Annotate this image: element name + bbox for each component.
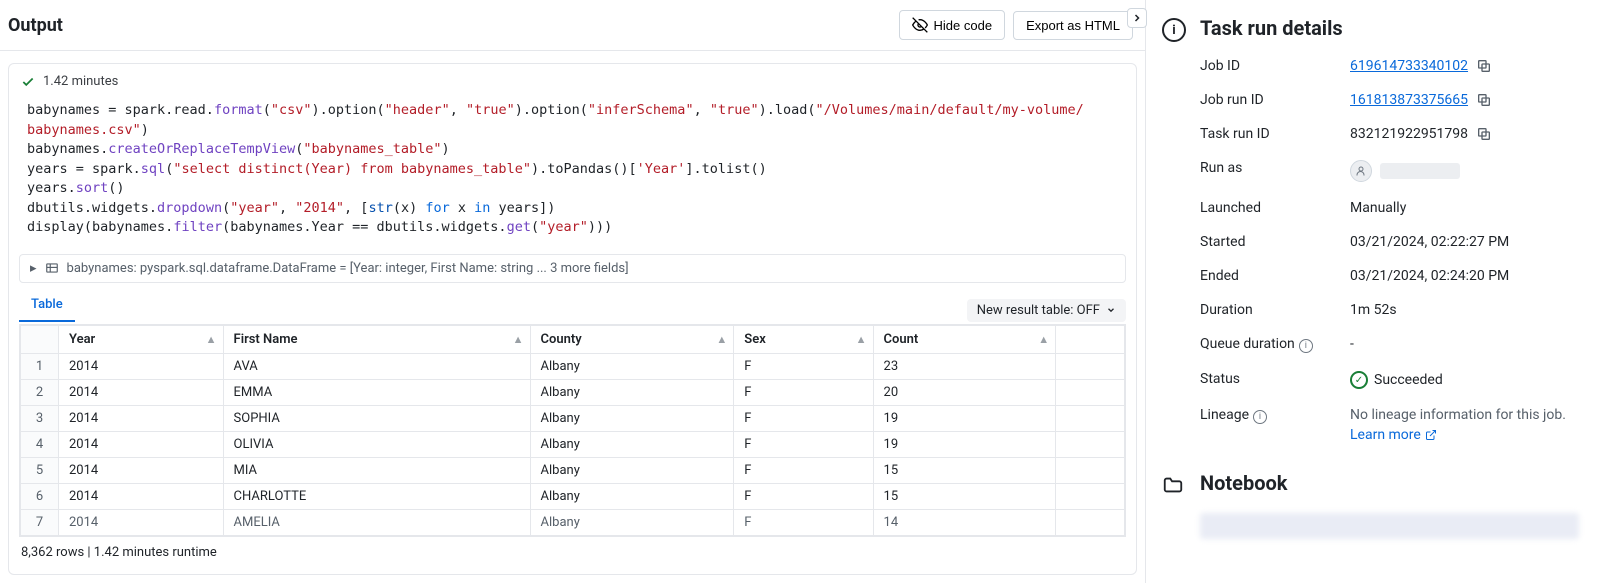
copy-icon[interactable] [1476, 92, 1492, 108]
schema-summary[interactable]: ▸ babynames: pyspark.sql.dataframe.DataF… [19, 254, 1126, 283]
user-icon [1355, 165, 1367, 177]
export-html-label: Export as HTML [1026, 18, 1120, 33]
schema-text: babynames: pyspark.sql.dataframe.DataFra… [67, 261, 629, 276]
lineage-label: Lineagei [1200, 407, 1350, 424]
export-html-button[interactable]: Export as HTML [1013, 11, 1133, 40]
table-row[interactable]: 42014OLIVIAAlbanyF19 [21, 431, 1125, 457]
check-icon [21, 75, 35, 89]
launched-label: Launched [1200, 200, 1350, 216]
notebook-heading: Notebook [1200, 471, 1287, 495]
run-as-label: Run as [1200, 160, 1350, 176]
job-id-label: Job ID [1200, 58, 1350, 74]
table-row[interactable]: 12014AVAAlbanyF23 [21, 353, 1125, 379]
table-row[interactable]: 62014CHARLOTTEAlbanyF15 [21, 483, 1125, 509]
result-summary: 8,362 rows | 1.42 minutes runtime [9, 537, 1136, 568]
col-year[interactable]: Year▲ [59, 325, 224, 353]
job-run-id-link[interactable]: 161813873375665 [1350, 92, 1468, 108]
code-block: babynames = spark.read.format("csv").opt… [9, 99, 1136, 248]
status-label: Status [1200, 371, 1350, 387]
table-icon [45, 261, 59, 275]
details-heading: Task run details [1200, 16, 1579, 40]
info-icon[interactable]: i [1299, 339, 1313, 353]
chevron-right-icon [1131, 12, 1143, 24]
notebook-path [1200, 513, 1579, 539]
expand-icon[interactable]: ▸ [30, 261, 37, 276]
started-value: 03/21/2024, 02:22:27 PM [1350, 234, 1579, 250]
task-run-id-label: Task run ID [1200, 126, 1350, 142]
col-firstname[interactable]: First Name▲ [223, 325, 530, 353]
sort-icon[interactable]: ▲ [513, 333, 524, 346]
duration-value: 1m 52s [1350, 302, 1579, 318]
cell-runtime-label: 1.42 minutes [43, 74, 118, 89]
queue-value: - [1350, 336, 1579, 352]
folder-icon [1162, 474, 1184, 496]
sort-icon[interactable]: ▲ [716, 333, 727, 346]
new-result-table-toggle[interactable]: New result table: OFF [967, 299, 1126, 322]
job-run-id-label: Job run ID [1200, 92, 1350, 108]
col-county[interactable]: County▲ [530, 325, 734, 353]
info-icon[interactable]: i [1253, 410, 1267, 424]
tab-table[interactable]: Table [19, 289, 75, 322]
table-row[interactable]: 22014EMMAAlbanyF20 [21, 379, 1125, 405]
info-icon: i [1162, 18, 1186, 42]
external-link-icon [1425, 429, 1437, 441]
copy-icon[interactable] [1476, 126, 1492, 142]
job-id-link[interactable]: 619614733340102 [1350, 58, 1468, 74]
hide-code-button[interactable]: Hide code [899, 10, 1006, 40]
status-value: Succeeded [1374, 372, 1443, 388]
copy-icon[interactable] [1476, 58, 1492, 74]
col-count[interactable]: Count▲ [873, 325, 1056, 353]
hide-code-label: Hide code [934, 18, 993, 33]
page-title: Output [8, 15, 63, 36]
duration-label: Duration [1200, 302, 1350, 318]
sort-icon[interactable]: ▲ [856, 333, 867, 346]
success-icon: ✓ [1350, 371, 1368, 389]
table-row[interactable]: 32014SOPHIAAlbanyF19 [21, 405, 1125, 431]
sort-icon[interactable]: ▲ [1038, 333, 1049, 346]
launched-value: Manually [1350, 200, 1579, 216]
collapse-sidebar-button[interactable] [1127, 8, 1147, 28]
table-row[interactable]: 72014AMELIAAlbanyF14 [21, 509, 1125, 535]
lineage-learn-more[interactable]: Learn more [1350, 427, 1437, 443]
started-label: Started [1200, 234, 1350, 250]
table-row[interactable]: 52014MIAAlbanyF15 [21, 457, 1125, 483]
col-sex[interactable]: Sex▲ [734, 325, 873, 353]
queue-label: Queue durationi [1200, 336, 1350, 353]
avatar [1350, 160, 1372, 182]
ended-value: 03/21/2024, 02:24:20 PM [1350, 268, 1579, 284]
ended-label: Ended [1200, 268, 1350, 284]
eye-off-icon [912, 17, 928, 33]
task-run-id-value: 832121922951798 [1350, 126, 1468, 142]
result-table[interactable]: Year▲ First Name▲ County▲ Sex▲ Count▲ 12… [19, 324, 1126, 537]
lineage-text: No lineage information for this job. [1350, 407, 1566, 423]
sort-icon[interactable]: ▲ [206, 333, 217, 346]
chevron-down-icon [1106, 305, 1116, 315]
run-as-value [1380, 163, 1460, 179]
